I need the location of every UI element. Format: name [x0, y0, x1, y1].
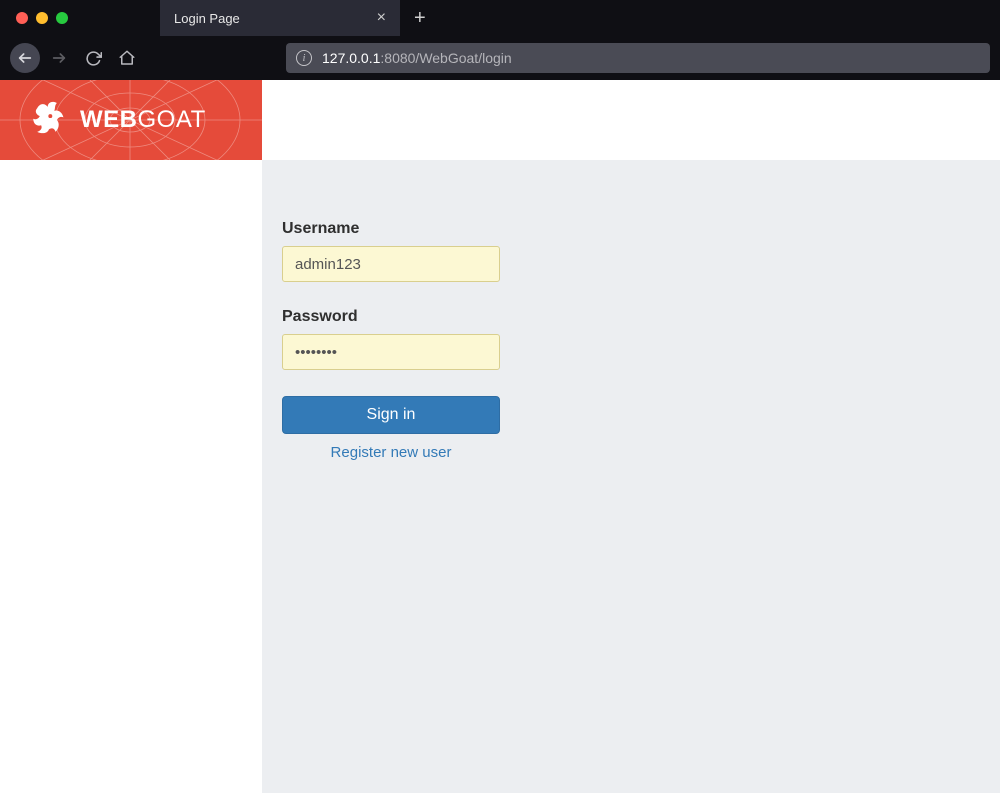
signin-button[interactable]: Sign in [282, 396, 500, 434]
actions: Sign in Register new user [282, 396, 1000, 461]
password-group: Password [282, 308, 1000, 370]
brand-name: WEBGOAT [80, 106, 206, 134]
url-path: :8080/WebGoat/login [380, 50, 511, 66]
browser-chrome: Login Page × + i 127.0.0.1:8080/WebGoat/… [0, 0, 1000, 80]
password-label: Password [282, 308, 1000, 326]
arrow-right-icon [51, 50, 67, 66]
password-input[interactable] [282, 334, 500, 370]
browser-tab[interactable]: Login Page × [160, 0, 400, 36]
window-controls [16, 12, 68, 24]
tab-title: Login Page [174, 11, 240, 26]
url-host: 127.0.0.1 [322, 50, 380, 66]
reload-button[interactable] [78, 43, 108, 73]
header-spacer [262, 80, 1000, 160]
arrow-left-icon [17, 50, 33, 66]
brand-banner: WEBGOAT [0, 80, 262, 160]
address-bar[interactable]: i 127.0.0.1:8080/WebGoat/login [286, 43, 990, 73]
reload-icon [85, 50, 102, 67]
home-button[interactable] [112, 43, 142, 73]
username-label: Username [282, 220, 1000, 238]
window-close-button[interactable] [16, 12, 28, 24]
browser-toolbar: i 127.0.0.1:8080/WebGoat/login [0, 36, 1000, 80]
home-icon [118, 49, 136, 67]
titlebar: Login Page × + [0, 0, 1000, 36]
info-icon[interactable]: i [296, 50, 312, 66]
window-minimize-button[interactable] [36, 12, 48, 24]
brand-logo: WEBGOAT [28, 99, 206, 141]
back-button[interactable] [10, 43, 40, 73]
username-group: Username [282, 220, 1000, 282]
login-panel: Username Password Sign in Register new u… [262, 160, 1000, 793]
url-text: 127.0.0.1:8080/WebGoat/login [322, 50, 512, 66]
brand-name-bold: WEB [80, 106, 138, 133]
register-link[interactable]: Register new user [282, 444, 500, 461]
main-column: Username Password Sign in Register new u… [262, 80, 1000, 793]
new-tab-button[interactable]: + [400, 0, 440, 36]
brand-name-rest: GOAT [138, 106, 206, 133]
close-icon[interactable]: × [373, 9, 390, 27]
forward-button[interactable] [44, 43, 74, 73]
username-input[interactable] [282, 246, 500, 282]
page-body: WEBGOAT Username Password Sign in Regist… [0, 80, 1000, 793]
left-column: WEBGOAT [0, 80, 262, 793]
goat-icon [28, 99, 70, 141]
window-maximize-button[interactable] [56, 12, 68, 24]
